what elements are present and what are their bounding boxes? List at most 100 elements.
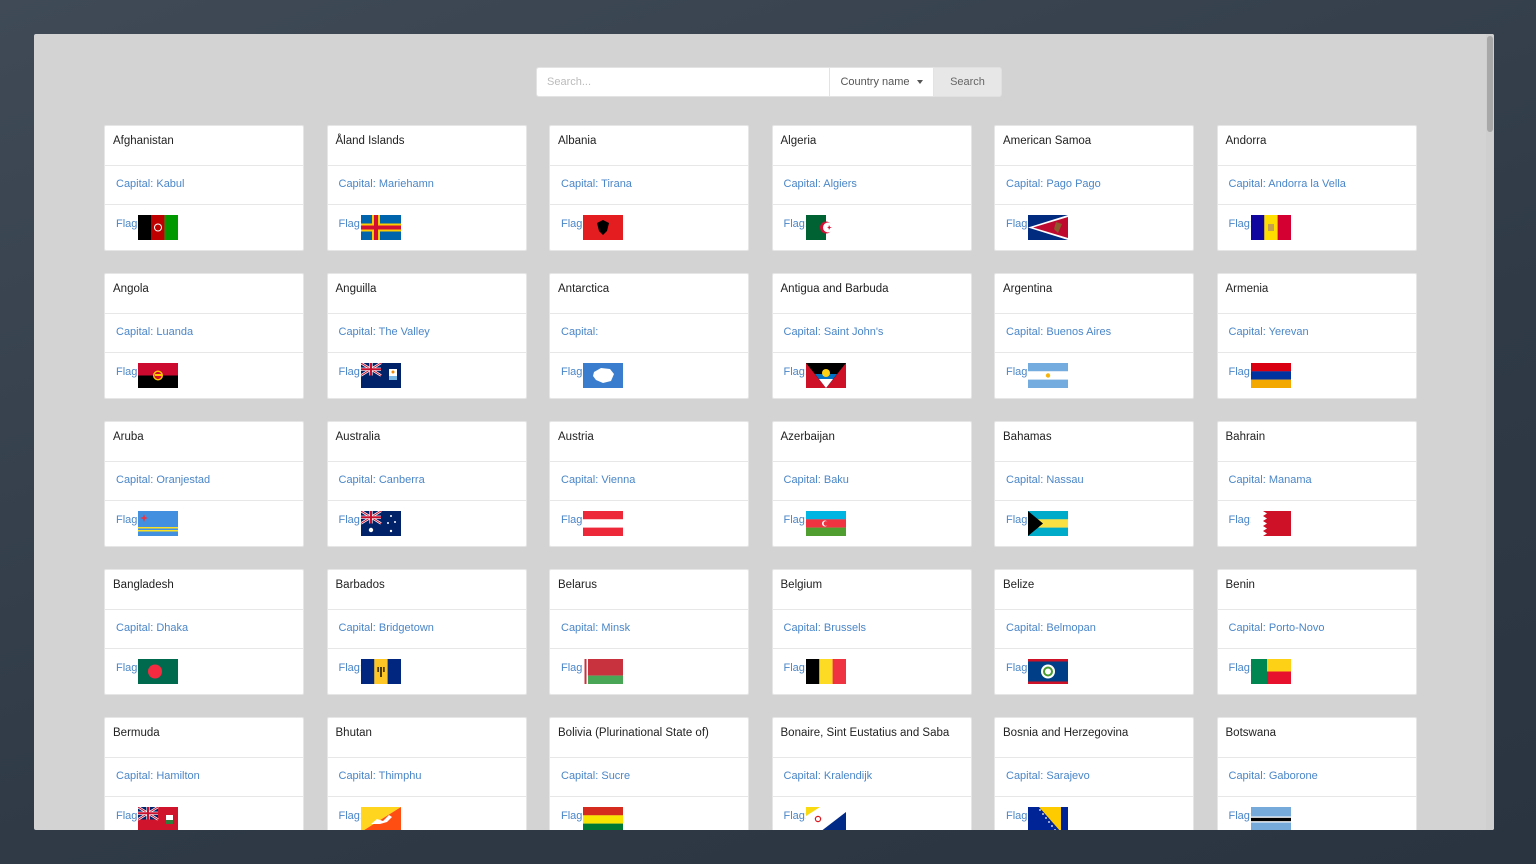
country-flag-row: Flag: — [995, 353, 1193, 398]
bolivia-flag — [583, 807, 624, 830]
flag-label: Flag: — [1006, 218, 1031, 230]
bhutan-flag — [360, 807, 401, 830]
belgium-flag — [805, 659, 846, 684]
country-card: Bangladesh Capital: Dhaka Flag: — [104, 569, 304, 695]
flag-label: Flag: — [1006, 662, 1031, 674]
country-name: Belize — [995, 570, 1193, 610]
country-capital[interactable]: Capital: Brussels — [772, 610, 971, 649]
anguilla-flag — [360, 363, 401, 388]
country-capital[interactable]: Capital: Algiers — [772, 166, 971, 205]
belize-flag — [1028, 659, 1069, 684]
angola-flag — [138, 363, 179, 388]
country-capital[interactable]: Capital: Canberra — [327, 462, 526, 501]
country-capital[interactable]: Capital: Sarajevo — [995, 758, 1193, 797]
country-name: Åland Islands — [327, 126, 526, 166]
country-flag-row: Flag: — [1218, 649, 1416, 694]
country-name: Bahamas — [995, 422, 1193, 462]
flag-label: Flag: — [116, 810, 141, 822]
australia-flag — [360, 511, 401, 536]
country-card: Belarus Capital: Minsk Flag: — [549, 569, 749, 695]
azerbaijan-flag — [805, 511, 846, 536]
antigua-flag — [805, 363, 846, 388]
flag-label: Flag: — [783, 662, 808, 674]
country-capital[interactable]: Capital: Nassau — [995, 462, 1193, 501]
country-flag-row: Flag: — [995, 649, 1193, 694]
country-capital[interactable]: Capital: Tirana — [550, 166, 748, 205]
scrollbar[interactable] — [1486, 34, 1494, 830]
flag-label: Flag: — [1228, 662, 1253, 674]
country-capital[interactable]: Capital: Sucre — [550, 758, 748, 797]
country-flag-row: Flag: — [105, 353, 303, 398]
country-capital[interactable]: Capital: — [550, 314, 748, 353]
country-name: Afghanistan — [105, 126, 303, 166]
country-grid: Afghanistan Capital: Kabul Flag: Åland I… — [104, 125, 1417, 830]
country-card: Afghanistan Capital: Kabul Flag: — [104, 125, 304, 251]
country-capital[interactable]: Capital: Andorra la Vella — [1217, 166, 1416, 205]
flag-label: Flag: — [116, 662, 141, 674]
antarctica-flag — [583, 363, 624, 388]
search-filter-label: Country name — [840, 76, 910, 88]
country-name: Australia — [327, 422, 526, 462]
country-flag-row: Flag: — [1218, 501, 1416, 546]
country-capital[interactable]: Capital: Hamilton — [105, 758, 303, 797]
search-input[interactable] — [536, 67, 830, 97]
country-capital[interactable]: Capital: Baku — [772, 462, 971, 501]
country-card: Australia Capital: Canberra Flag: — [326, 421, 527, 547]
caret-down-icon — [916, 80, 923, 84]
bahrain-flag — [1250, 511, 1291, 536]
country-capital[interactable]: Capital: Manama — [1217, 462, 1416, 501]
country-capital[interactable]: Capital: Buenos Aires — [995, 314, 1193, 353]
country-capital[interactable]: Capital: Thimphu — [327, 758, 526, 797]
country-flag-row: Flag: — [773, 353, 971, 398]
country-capital[interactable]: Capital: Bridgetown — [327, 610, 526, 649]
scrollbar-thumb[interactable] — [1487, 36, 1493, 132]
country-card: Bermuda Capital: Hamilton Flag: — [104, 717, 304, 830]
botswana-flag — [1250, 807, 1291, 830]
country-capital[interactable]: Capital: Pago Pago — [995, 166, 1193, 205]
country-flag-row: Flag: — [328, 353, 526, 398]
country-name: Antigua and Barbuda — [772, 274, 971, 314]
flag-label: Flag: — [1006, 810, 1031, 822]
country-capital[interactable]: Capital: Mariehamn — [327, 166, 526, 205]
search-bar: Country name Search — [536, 67, 1002, 97]
country-card: Albania Capital: Tirana Flag: — [549, 125, 749, 251]
country-capital[interactable]: Capital: Gaborone — [1217, 758, 1416, 797]
country-capital[interactable]: Capital: Vienna — [550, 462, 748, 501]
country-card: Barbados Capital: Bridgetown Flag: — [326, 569, 527, 695]
country-capital[interactable]: Capital: Kralendijk — [772, 758, 971, 797]
flag-label: Flag: — [1228, 514, 1253, 526]
country-card: Austria Capital: Vienna Flag: — [549, 421, 749, 547]
flag-label: Flag: — [1228, 366, 1253, 378]
country-capital[interactable]: Capital: Saint John's — [772, 314, 971, 353]
country-flag-row: Flag: — [328, 501, 526, 546]
barbados-flag — [360, 659, 401, 684]
country-capital[interactable]: Capital: The Valley — [327, 314, 526, 353]
country-card: Algeria Capital: Algiers Flag: — [771, 125, 972, 251]
country-flag-row: Flag: — [995, 797, 1193, 830]
country-card: Aruba Capital: Oranjestad Flag: — [104, 421, 304, 547]
country-capital[interactable]: Capital: Oranjestad — [105, 462, 303, 501]
country-capital[interactable]: Capital: Belmopan — [995, 610, 1193, 649]
bonaire-flag — [805, 807, 846, 830]
country-name: Benin — [1217, 570, 1416, 610]
country-name: Barbados — [327, 570, 526, 610]
american-samoa-flag — [1028, 215, 1069, 240]
country-capital[interactable]: Capital: Dhaka — [105, 610, 303, 649]
country-card: Bahrain Capital: Manama Flag: — [1216, 421, 1417, 547]
search-filter-select[interactable]: Country name — [830, 67, 934, 97]
bermuda-flag — [138, 807, 179, 830]
country-name: Bhutan — [327, 718, 526, 758]
country-flag-row: Flag: — [995, 501, 1193, 546]
search-button[interactable]: Search — [934, 67, 1002, 97]
country-flag-row: Flag: — [105, 205, 303, 250]
country-flag-row: Flag: — [105, 797, 303, 830]
country-name: Andorra — [1217, 126, 1416, 166]
country-capital[interactable]: Capital: Minsk — [550, 610, 748, 649]
country-name: Aruba — [105, 422, 303, 462]
flag-label: Flag: — [561, 514, 586, 526]
country-capital[interactable]: Capital: Porto-Novo — [1217, 610, 1416, 649]
country-capital[interactable]: Capital: Yerevan — [1217, 314, 1416, 353]
country-capital[interactable]: Capital: Kabul — [105, 166, 303, 205]
country-capital[interactable]: Capital: Luanda — [105, 314, 303, 353]
country-card: Argentina Capital: Buenos Aires Flag: — [994, 273, 1194, 399]
